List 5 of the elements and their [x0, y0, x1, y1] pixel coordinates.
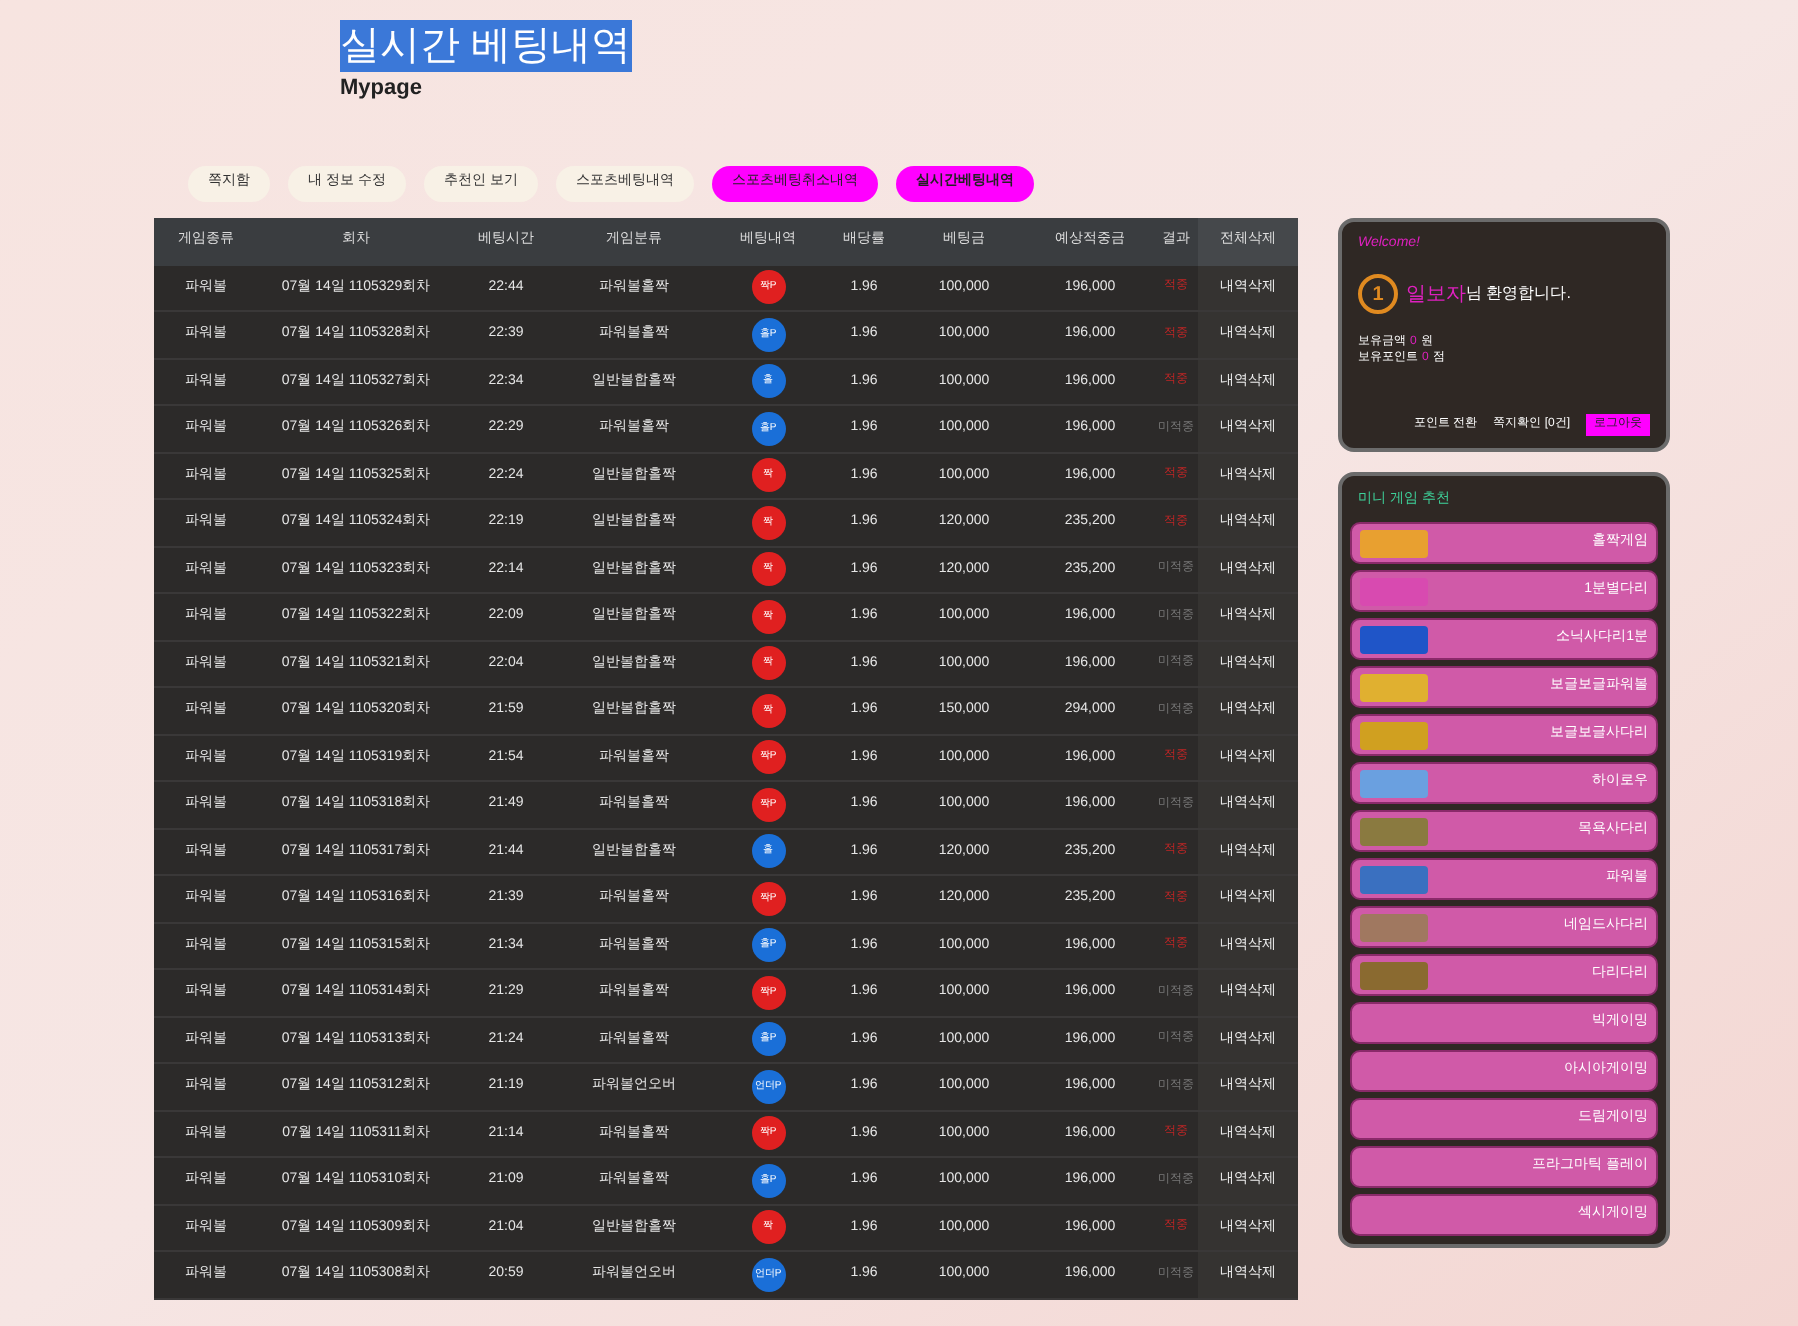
- user-name: 일보자: [1406, 281, 1466, 309]
- level-badge: 1: [1358, 274, 1398, 314]
- greeting-text: 님 환영합니다.: [1466, 282, 1571, 306]
- page-title: 실시간 베팅내역: [340, 20, 632, 72]
- page-subtitle: Mypage: [340, 74, 422, 104]
